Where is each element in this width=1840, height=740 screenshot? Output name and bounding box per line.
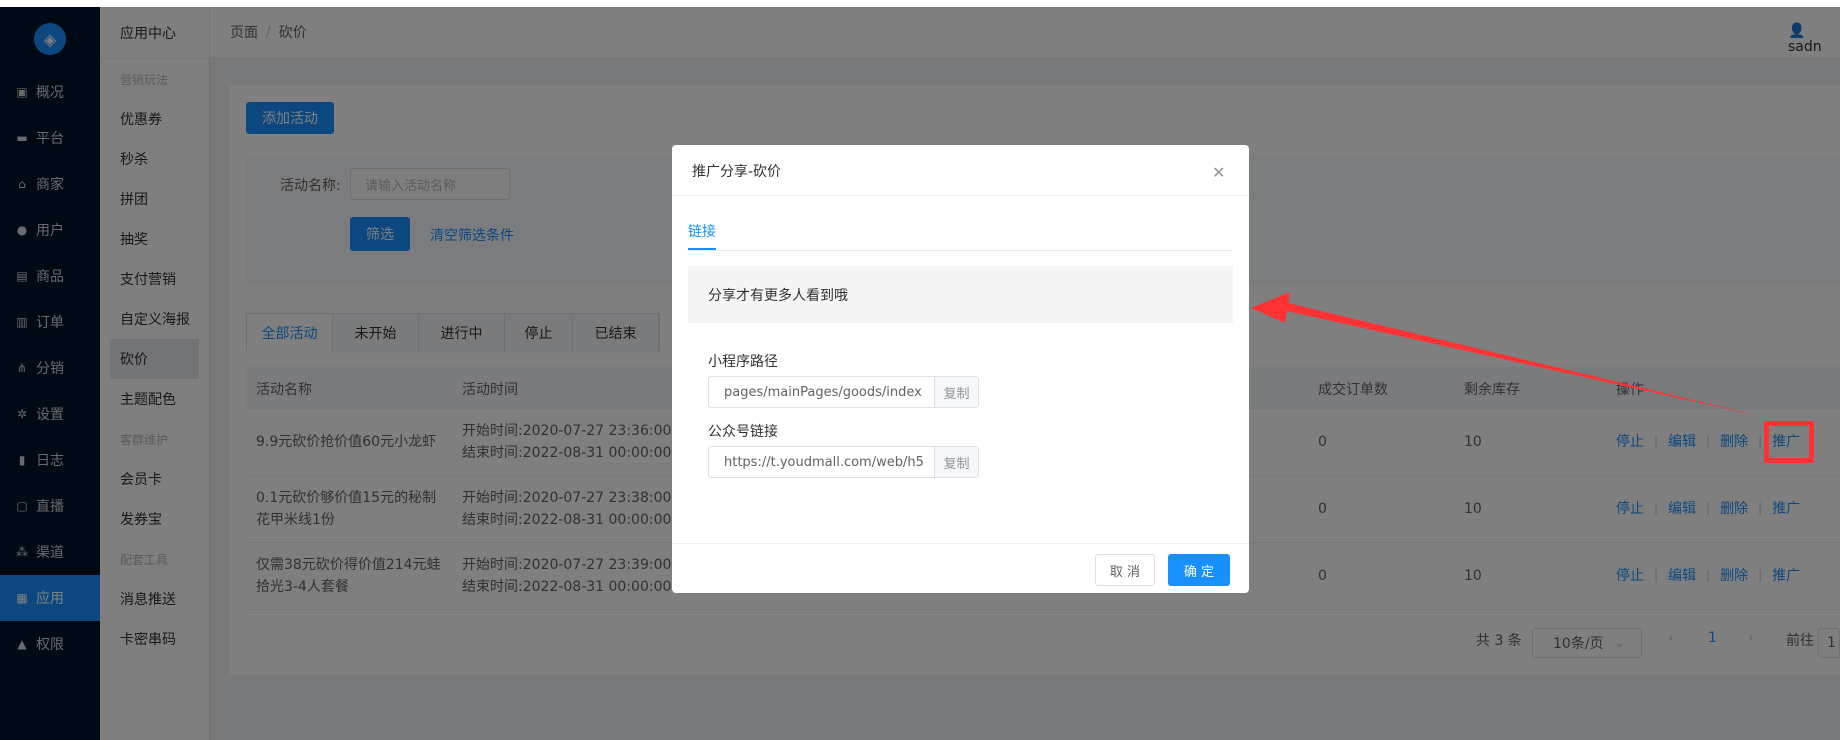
arrow-head — [1251, 292, 1290, 323]
arrow-shaft — [1282, 302, 1764, 417]
app-root: ◈ ▣概况 ▬平台 ⌂商家 ●用户 ▤商品 ▥订单 ⋔分销 ✲设置 ▮日志 ▢直… — [0, 0, 1840, 740]
annotation-arrow — [1251, 292, 1764, 417]
